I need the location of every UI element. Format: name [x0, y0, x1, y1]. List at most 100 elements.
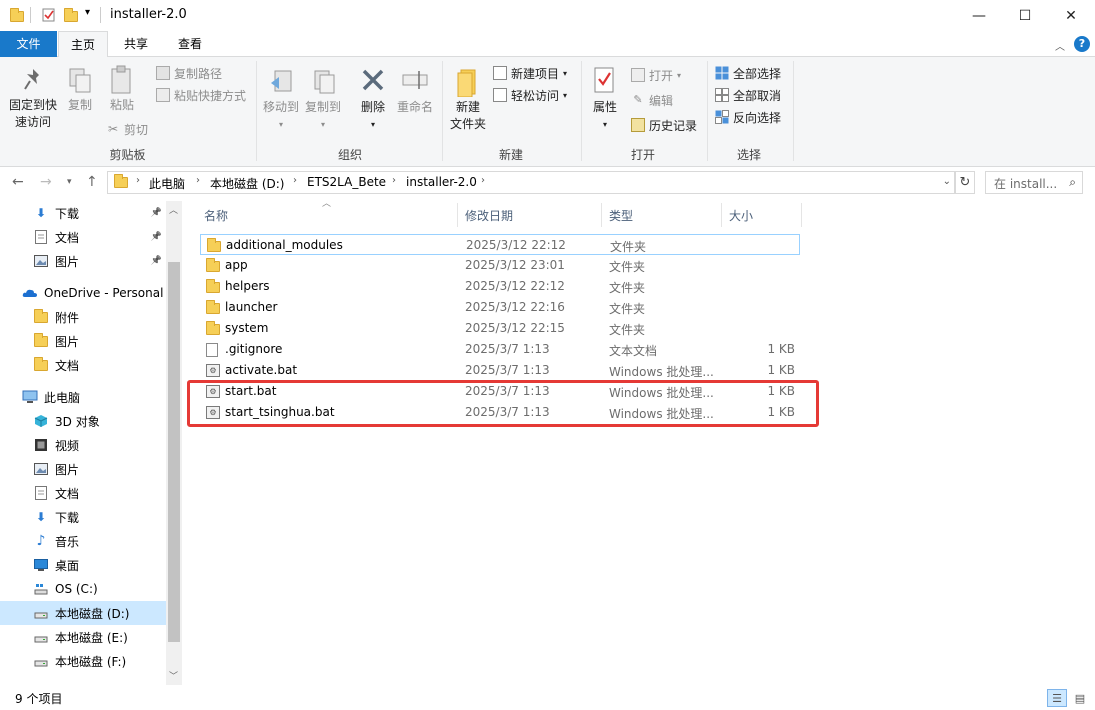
- properties-button[interactable]: 属性 ▾: [588, 65, 622, 133]
- history-icon: [631, 118, 645, 132]
- file-row[interactable]: additional_modules 2025/3/12 22:12 文件夹: [200, 234, 800, 255]
- chevron-right-icon[interactable]: ›: [481, 175, 485, 186]
- nav-pc-item-4[interactable]: ⬇ 下载: [0, 505, 166, 529]
- file-row[interactable]: .gitignore 2025/3/7 1:13 文本文档 1 KB: [200, 339, 800, 360]
- nav-scrollbar-thumb[interactable]: [168, 262, 180, 642]
- column-header-size[interactable]: 大小: [729, 207, 753, 224]
- nav-pc-item-3[interactable]: 文档: [0, 481, 166, 505]
- properties-check-icon[interactable]: [41, 7, 57, 23]
- open-button[interactable]: 打开 ▾: [631, 65, 681, 85]
- nav-quick-0[interactable]: ⬇ 下载 📌: [0, 201, 166, 225]
- chevron-right-icon[interactable]: ›: [293, 175, 297, 186]
- pin-icon[interactable]: 📌: [151, 232, 162, 242]
- rename-button[interactable]: 重命名: [394, 67, 436, 116]
- chevron-right-icon[interactable]: ›: [196, 175, 200, 186]
- nav-pc-item-7[interactable]: OS (C:): [0, 577, 166, 601]
- collapse-ribbon-icon[interactable]: ︿: [1055, 38, 1065, 53]
- copy-to-button[interactable]: 复制到 ▾: [302, 67, 344, 133]
- tab-file[interactable]: 文件: [0, 31, 57, 57]
- close-button[interactable]: ✕: [1048, 0, 1094, 31]
- move-to-button[interactable]: 移动到 ▾: [260, 67, 302, 133]
- breadcrumb-drive-d[interactable]: 本地磁盘 (D:): [210, 175, 284, 192]
- copy-path-button[interactable]: 复制路径: [156, 63, 222, 83]
- details-view-icon[interactable]: ☰: [1047, 689, 1067, 707]
- delete-button[interactable]: 删除 ▾: [355, 67, 391, 133]
- address-bar[interactable]: › 此电脑 › 本地磁盘 (D:) › ETS2LA_Bete › instal…: [107, 171, 955, 194]
- scroll-up-icon[interactable]: ︿: [169, 203, 178, 216]
- nav-pc-item-2[interactable]: 图片: [0, 457, 166, 481]
- folder-icon: [10, 7, 26, 23]
- nav-pc-item-1[interactable]: 视频: [0, 433, 166, 457]
- item-count: 9 个项目: [15, 692, 63, 706]
- new-item-button[interactable]: 新建项目 ▾: [493, 63, 567, 83]
- pin-to-quick-access-button[interactable]: 固定到快 速访问: [6, 67, 60, 131]
- column-divider[interactable]: [801, 203, 802, 227]
- new-folder-button[interactable]: 新建 文件夹: [448, 65, 488, 133]
- search-input[interactable]: 在 install... ⌕: [985, 171, 1083, 194]
- paste-shortcut-button[interactable]: 粘贴快捷方式: [156, 85, 246, 105]
- nav-pc-item-10[interactable]: 本地磁盘 (F:): [0, 649, 166, 673]
- breadcrumb-installer[interactable]: installer-2.0: [406, 175, 477, 189]
- nav-pc-item-6[interactable]: 桌面: [0, 553, 166, 577]
- tab-home[interactable]: 主页: [58, 31, 108, 58]
- new-folder-icon[interactable]: [64, 7, 80, 23]
- history-button[interactable]: 历史记录: [631, 115, 697, 135]
- select-all-button[interactable]: 全部选择: [715, 63, 781, 83]
- file-row[interactable]: app 2025/3/12 23:01 文件夹: [200, 255, 800, 276]
- invert-selection-label: 反向选择: [733, 110, 782, 125]
- copy-button[interactable]: 复制: [62, 67, 98, 114]
- nav-onedrive[interactable]: OneDrive - Personal: [0, 281, 166, 305]
- nav-quick-1[interactable]: 文档 📌: [0, 225, 166, 249]
- nav-pc-item-9[interactable]: 本地磁盘 (E:): [0, 625, 166, 649]
- cut-label: 剪切: [124, 122, 149, 137]
- select-none-button[interactable]: 全部取消: [715, 85, 781, 105]
- help-icon[interactable]: ?: [1074, 36, 1090, 52]
- customize-quick-access-icon[interactable]: ▾: [85, 7, 90, 18]
- chevron-right-icon[interactable]: ›: [136, 175, 140, 186]
- pencil-icon: ✎: [633, 93, 643, 106]
- nav-pc-item-0[interactable]: 3D 对象: [0, 409, 166, 433]
- file-row[interactable]: launcher 2025/3/12 22:16 文件夹: [200, 297, 800, 318]
- breadcrumb-this-pc[interactable]: 此电脑: [149, 175, 185, 192]
- large-icons-view-icon[interactable]: ▤: [1070, 689, 1090, 707]
- file-row[interactable]: ⚙ activate.bat 2025/3/7 1:13 Windows 批处理...…: [200, 360, 800, 381]
- pin-icon[interactable]: 📌: [151, 208, 162, 218]
- nav-pc-item-5[interactable]: ♪ 音乐: [0, 529, 166, 553]
- nav-quick-2[interactable]: 图片 📌: [0, 249, 166, 273]
- column-header-name[interactable]: 名称: [204, 207, 228, 224]
- pin-icon[interactable]: 📌: [151, 256, 162, 266]
- edit-button[interactable]: ✎ 编辑: [631, 90, 673, 110]
- group-divider: [581, 61, 582, 161]
- up-arrow-icon[interactable]: ↑: [86, 174, 98, 190]
- nav-this-pc[interactable]: 此电脑: [0, 385, 166, 409]
- paste-button[interactable]: 粘贴: [102, 65, 142, 114]
- new-item-icon: [493, 66, 507, 80]
- chevron-right-icon[interactable]: ›: [392, 175, 396, 186]
- minimize-button[interactable]: —: [956, 0, 1002, 31]
- forward-arrow-icon[interactable]: →: [40, 174, 52, 190]
- address-dropdown-icon[interactable]: ⌄: [943, 176, 951, 187]
- nav-onedrive-item-0[interactable]: 附件: [0, 305, 166, 329]
- invert-selection-button[interactable]: 反向选择: [715, 107, 781, 127]
- nav-onedrive-item-2[interactable]: 文档: [0, 353, 166, 377]
- breadcrumb-ets2la[interactable]: ETS2LA_Bete: [307, 175, 386, 189]
- nav-pc-item-8[interactable]: 本地磁盘 (D:): [0, 601, 166, 625]
- back-arrow-icon[interactable]: ←: [12, 174, 24, 190]
- column-divider[interactable]: [721, 203, 722, 227]
- column-divider[interactable]: [457, 203, 458, 227]
- cut-button[interactable]: ✂ 剪切: [106, 119, 148, 139]
- refresh-icon[interactable]: ↻: [955, 171, 975, 194]
- nav-onedrive-item-1[interactable]: 图片: [0, 329, 166, 353]
- history-label: 历史记录: [649, 118, 698, 133]
- column-header-type[interactable]: 类型: [609, 207, 633, 224]
- file-row[interactable]: system 2025/3/12 22:15 文件夹: [200, 318, 800, 339]
- scroll-down-icon[interactable]: ﹀: [169, 669, 178, 682]
- recent-locations-icon[interactable]: ▾: [67, 177, 72, 187]
- column-divider[interactable]: [601, 203, 602, 227]
- tab-view[interactable]: 查看: [166, 31, 214, 57]
- file-row[interactable]: helpers 2025/3/12 22:12 文件夹: [200, 276, 800, 297]
- tab-share[interactable]: 共享: [112, 31, 160, 57]
- easy-access-button[interactable]: 轻松访问 ▾: [493, 85, 567, 105]
- column-header-date[interactable]: 修改日期: [465, 207, 513, 224]
- maximize-button[interactable]: ☐: [1002, 0, 1048, 31]
